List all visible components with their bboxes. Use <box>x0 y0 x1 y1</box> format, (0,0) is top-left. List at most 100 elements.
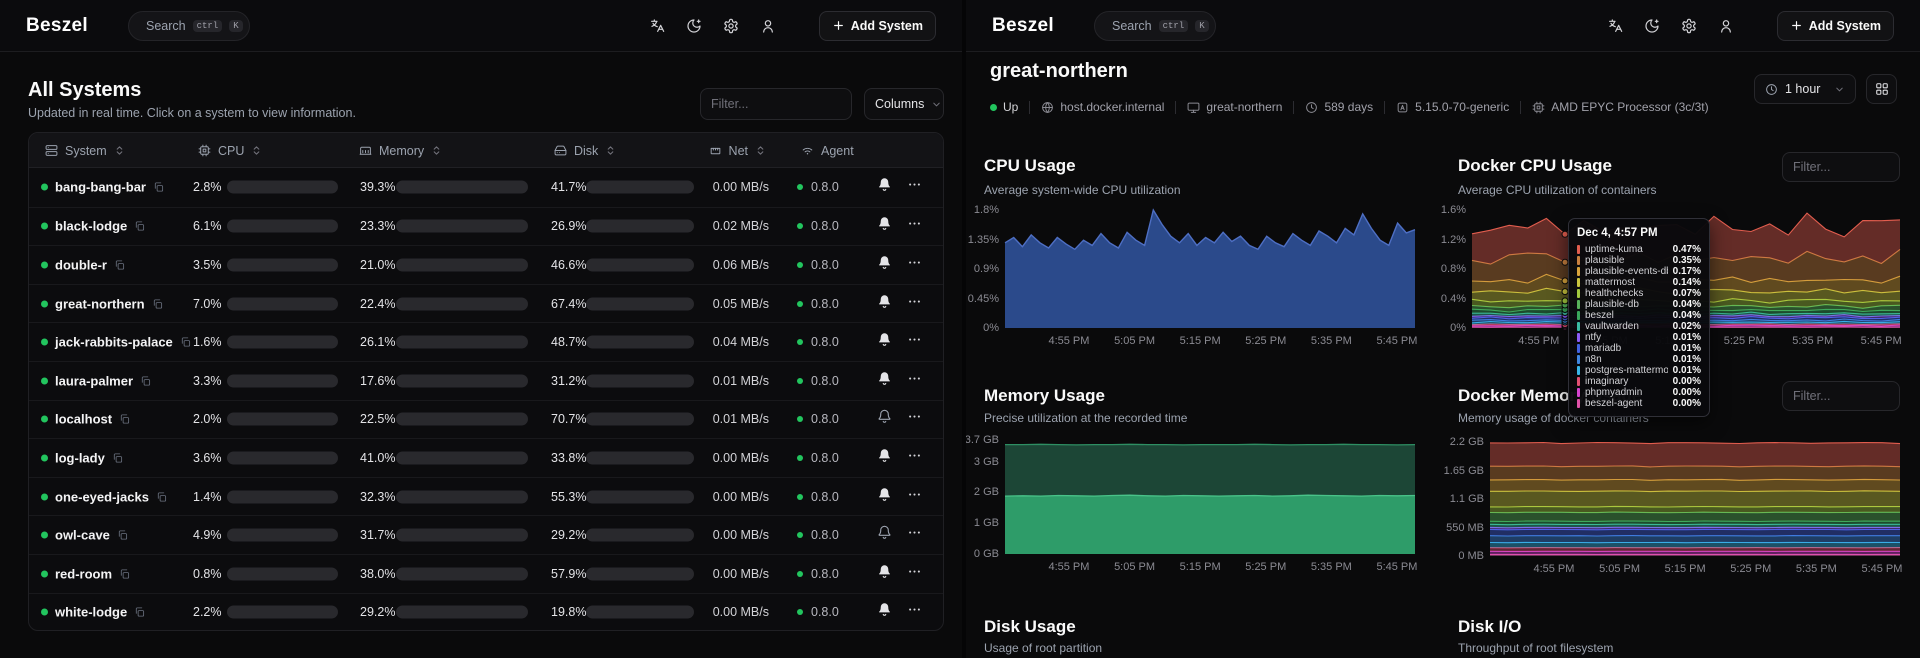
column-header-memory[interactable]: Memory <box>359 133 442 168</box>
column-header-net[interactable]: Net <box>669 133 766 168</box>
table-row[interactable]: log-lady3.6%41.0%33.8%0.00 MB/s0.8.0 <box>29 438 943 477</box>
row-menu-button[interactable] <box>907 255 922 275</box>
y-axis-label: 0.8% <box>1422 263 1466 275</box>
row-menu-button[interactable] <box>907 371 922 391</box>
bell-icon <box>877 294 892 309</box>
row-menu-button[interactable] <box>907 177 922 197</box>
alerts-bell-button[interactable] <box>877 294 892 314</box>
docker_memory-chart-svg <box>1490 442 1900 556</box>
copy-icon[interactable] <box>117 530 128 541</box>
table-row[interactable]: owl-cave4.9%31.7%29.2%0.00 MB/s0.8.0 <box>29 515 943 554</box>
alerts-bell-button[interactable] <box>877 216 892 236</box>
row-menu-button[interactable] <box>907 564 922 584</box>
table-filter-input[interactable]: Filter... <box>700 88 852 120</box>
alerts-bell-button[interactable] <box>877 487 892 507</box>
copy-icon[interactable] <box>153 182 164 193</box>
docker-memory-usage-chart[interactable]: 2.2 GB1.65 GB1.1 GB550 MB0 MB4:55 PM5:05… <box>1490 442 1900 556</box>
ellipsis-icon <box>907 487 922 502</box>
row-menu-button[interactable] <box>907 216 922 236</box>
user-icon[interactable] <box>1718 18 1734 34</box>
x-axis-label: 4:55 PM <box>1037 335 1101 347</box>
language-icon[interactable] <box>649 18 665 34</box>
sort-icon[interactable] <box>251 145 262 156</box>
copy-icon[interactable] <box>114 259 125 270</box>
copy-icon[interactable] <box>152 298 163 309</box>
copy-icon[interactable] <box>119 414 130 425</box>
disk-value: 33.8% <box>551 451 586 465</box>
table-row[interactable]: localhost2.0%22.5%70.7%0.01 MB/s0.8.0 <box>29 400 943 439</box>
copy-icon[interactable] <box>112 452 123 463</box>
add-system-button[interactable]: Add System <box>1777 11 1894 41</box>
alerts-bell-button[interactable] <box>877 177 892 197</box>
kbd-ctrl: ctrl <box>193 20 223 32</box>
alerts-bell-button[interactable] <box>877 602 892 622</box>
y-axis-label: 0.45% <box>966 293 999 305</box>
alerts-bell-button[interactable] <box>877 255 892 275</box>
search-input[interactable]: Search ctrl K <box>1094 11 1216 41</box>
container-name: postgres-mattermost <box>1585 365 1668 376</box>
row-menu-button[interactable] <box>907 602 922 622</box>
table-row[interactable]: jack-rabbits-palace1.6%26.1%48.7%0.04 MB… <box>29 322 943 361</box>
row-menu-button[interactable] <box>907 525 922 545</box>
column-header-disk[interactable]: Disk <box>554 133 616 168</box>
theme-moon-icon[interactable] <box>1644 18 1660 34</box>
column-header-system[interactable]: System <box>45 133 125 168</box>
memory-usage-chart[interactable]: 3.7 GB3 GB2 GB1 GB0 GB4:55 PM5:05 PM5:15… <box>1005 440 1415 554</box>
column-header-cpu[interactable]: CPU <box>198 133 262 168</box>
sort-icon[interactable] <box>755 145 766 156</box>
alerts-bell-button[interactable] <box>877 564 892 584</box>
user-icon[interactable] <box>760 18 776 34</box>
y-axis-label: 0% <box>966 322 999 334</box>
memory-chart-svg <box>1005 440 1415 554</box>
copy-icon[interactable] <box>156 491 167 502</box>
docker-cpu-filter-input[interactable]: Filter... <box>1782 152 1900 182</box>
memory-value: 23.3% <box>360 219 395 233</box>
alerts-bell-button[interactable] <box>877 371 892 391</box>
settings-gear-icon[interactable] <box>1681 18 1697 34</box>
language-icon[interactable] <box>1607 18 1623 34</box>
alerts-bell-button[interactable] <box>877 525 892 545</box>
container-value: 0.04% <box>1673 299 1701 310</box>
alerts-bell-button[interactable] <box>877 332 892 352</box>
cpu-value: 3.6% <box>193 451 222 465</box>
copy-icon[interactable] <box>134 607 145 618</box>
row-menu-button[interactable] <box>907 487 922 507</box>
container-value: 0.01% <box>1673 354 1701 365</box>
x-axis-label: 5:15 PM <box>1168 561 1232 573</box>
table-row[interactable]: laura-palmer3.3%17.6%31.2%0.01 MB/s0.8.0 <box>29 361 943 400</box>
table-row[interactable]: great-northern7.0%22.4%67.4%0.05 MB/s0.8… <box>29 284 943 323</box>
columns-button[interactable]: Columns <box>864 88 944 120</box>
add-system-button[interactable]: Add System <box>819 11 936 41</box>
settings-gear-icon[interactable] <box>723 18 739 34</box>
memory-bar <box>396 336 528 349</box>
alerts-bell-button[interactable] <box>877 409 892 429</box>
series-color-swatch <box>1577 245 1580 254</box>
cpu-icon <box>1532 101 1545 114</box>
sort-icon[interactable] <box>605 145 616 156</box>
table-row[interactable]: black-lodge6.1%23.3%26.9%0.02 MB/s0.8.0 <box>29 207 943 246</box>
disk-chart-subtitle: Usage of root partition <box>984 641 1102 655</box>
time-range-select[interactable]: 1 hour <box>1754 74 1856 104</box>
table-row[interactable]: double-r3.5%21.0%46.6%0.06 MB/s0.8.0 <box>29 245 943 284</box>
row-menu-button[interactable] <box>907 332 922 352</box>
copy-icon[interactable] <box>180 337 191 348</box>
sort-icon[interactable] <box>431 145 442 156</box>
table-row[interactable]: bang-bang-bar2.8%39.3%41.7%0.00 MB/s0.8.… <box>29 168 943 207</box>
meta-item-cpu: AMD EPYC Processor (3c/3t) <box>1532 100 1708 114</box>
copy-icon[interactable] <box>140 375 151 386</box>
row-menu-button[interactable] <box>907 294 922 314</box>
cpu-usage-chart[interactable]: 1.8%1.35%0.9%0.45%0%4:55 PM5:05 PM5:15 P… <box>1005 210 1415 328</box>
table-row[interactable]: red-room0.8%38.0%57.9%0.00 MB/s0.8.0 <box>29 554 943 593</box>
row-menu-button[interactable] <box>907 448 922 468</box>
search-input[interactable]: Search ctrl K <box>128 11 250 41</box>
alerts-bell-button[interactable] <box>877 448 892 468</box>
copy-icon[interactable] <box>119 568 130 579</box>
theme-moon-icon[interactable] <box>686 18 702 34</box>
layout-grid-button[interactable] <box>1866 74 1897 104</box>
row-menu-button[interactable] <box>907 409 922 429</box>
table-row[interactable]: one-eyed-jacks1.4%32.3%55.3%0.00 MB/s0.8… <box>29 477 943 516</box>
table-row[interactable]: white-lodge2.2%29.2%19.8%0.00 MB/s0.8.0 <box>29 593 943 631</box>
docker-memory-filter-input[interactable]: Filter... <box>1782 381 1900 411</box>
sort-icon[interactable] <box>114 145 125 156</box>
copy-icon[interactable] <box>134 221 145 232</box>
